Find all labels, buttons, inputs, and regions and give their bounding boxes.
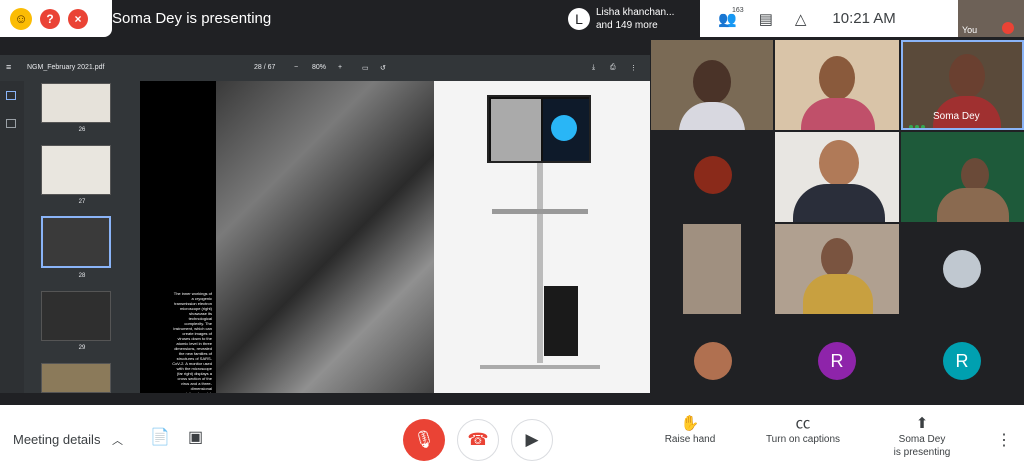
- meeting-details-button[interactable]: Meeting details: [13, 432, 100, 447]
- menu-icon[interactable]: ≡: [6, 62, 11, 72]
- participant-tile[interactable]: [651, 132, 773, 222]
- rotate-icon[interactable]: ↺: [380, 64, 386, 72]
- zoom-out-button[interactable]: −: [294, 64, 298, 71]
- page-caption: The inner workings of a cryogenic transm…: [172, 291, 212, 393]
- thumbnail-label: 28: [78, 273, 86, 279]
- toast-avatar: L: [568, 8, 590, 30]
- thumbnail-label: 27: [78, 199, 86, 205]
- thumbnails-icon[interactable]: [6, 91, 16, 100]
- self-label: You: [962, 25, 978, 35]
- captions-icon: ㏄: [795, 415, 811, 432]
- question-icon[interactable]: ?: [40, 8, 60, 29]
- outline-icon[interactable]: [6, 119, 16, 128]
- thumbnail-label: 29: [78, 345, 86, 351]
- toast-line-1: Lisha khanchan...: [596, 7, 675, 18]
- monitor: [487, 95, 591, 163]
- computer-tower: [544, 286, 578, 356]
- mic-off-icon: [1002, 22, 1014, 34]
- participant-avatar: [694, 342, 732, 380]
- top-right-toolbar: 👥 163 ▤ △ 10:21 AM: [700, 0, 958, 37]
- participant-name: Soma Dey: [933, 111, 980, 122]
- pdf-sidebar: [0, 81, 24, 393]
- raise-hand-button[interactable]: ✋ Raise hand: [660, 415, 720, 446]
- download-icon[interactable]: ⤓: [592, 64, 595, 72]
- hand-icon: ✋: [680, 415, 700, 432]
- participant-tile-active-speaker[interactable]: Soma Dey: [901, 40, 1024, 130]
- participant-tile[interactable]: [651, 316, 773, 405]
- thumbnail-page[interactable]: [41, 145, 111, 195]
- clock: 10:21 AM: [832, 10, 896, 27]
- party-emoji-icon[interactable]: ☺: [10, 7, 32, 30]
- zoom-in-button[interactable]: +: [338, 64, 342, 71]
- participant-count: 163: [732, 6, 744, 14]
- participant-tile[interactable]: [775, 224, 899, 314]
- document-icon[interactable]: 📄: [150, 427, 170, 447]
- virus-model: [551, 115, 577, 141]
- thumbnail-page[interactable]: [41, 83, 111, 123]
- participant-avatar: R: [943, 342, 981, 380]
- more-options-icon[interactable]: ⋮: [996, 430, 1012, 450]
- thumbnail-page[interactable]: [41, 363, 111, 393]
- stop-presenting-icon[interactable]: ×: [68, 8, 88, 29]
- participant-avatar: [694, 156, 732, 194]
- thumbnail-panel[interactable]: 26 27 28 29: [24, 81, 140, 393]
- participant-avatar: R: [818, 342, 856, 380]
- activities-icon[interactable]: △: [795, 10, 807, 28]
- fit-page-icon[interactable]: ▭: [362, 64, 369, 72]
- chat-toast[interactable]: L Lisha khanchan... and 149 more: [562, 2, 700, 36]
- captions-button[interactable]: ㏄ Turn on captions: [758, 415, 848, 446]
- chat-icon[interactable]: ▤: [759, 10, 773, 28]
- meeting-stage: ☺ ? × Soma Dey is presenting L Lisha kha…: [0, 0, 1024, 405]
- pdf-page[interactable]: The inner workings of a cryogenic transm…: [140, 81, 650, 393]
- chat-bubble-icon[interactable]: ▣: [188, 427, 203, 447]
- reactions-bar: ☺ ? ×: [0, 0, 112, 37]
- mic-off-button[interactable]: 🎙: [403, 419, 445, 461]
- leave-call-button[interactable]: ☎: [457, 419, 499, 461]
- toast-line-2: and 149 more: [596, 20, 658, 31]
- speaking-indicator: [909, 116, 929, 128]
- participant-tile[interactable]: [651, 224, 773, 314]
- participant-tile[interactable]: R: [901, 316, 1024, 405]
- thumbnail-page-selected[interactable]: [41, 216, 111, 268]
- participant-tile[interactable]: [901, 224, 1024, 314]
- thumbnail-page[interactable]: [41, 291, 111, 341]
- participant-avatar: [943, 250, 981, 288]
- thumbnail-label: 26: [78, 127, 86, 133]
- presenting-button[interactable]: ⬆ Soma Dey is presenting: [882, 415, 962, 459]
- pdf-filename: NGM_February 2021.pdf: [27, 64, 105, 71]
- pdf-viewer: ≡ NGM_February 2021.pdf 28 / 67 − 80% + …: [0, 55, 650, 393]
- participant-tile[interactable]: [775, 40, 899, 130]
- zoom-level[interactable]: 80%: [312, 64, 326, 71]
- bottom-control-bar: Meeting details ︿ 📄 ▣ 🎙 ☎ ▶ ✋ Raise hand…: [0, 405, 1024, 470]
- page-indicator[interactable]: 28 / 67: [254, 64, 275, 71]
- people-icon[interactable]: 👥 163: [718, 7, 744, 28]
- participant-tile[interactable]: [651, 40, 773, 130]
- chevron-up-icon[interactable]: ︿: [112, 432, 123, 448]
- monitor-photo: [434, 81, 650, 393]
- microscope-photo: [216, 81, 434, 393]
- participant-tile[interactable]: [775, 132, 899, 222]
- participant-tile[interactable]: R: [775, 316, 899, 405]
- self-view-tile[interactable]: You: [958, 0, 1024, 37]
- participant-tile[interactable]: [901, 132, 1024, 222]
- pdf-toolbar: ≡ NGM_February 2021.pdf 28 / 67 − 80% + …: [0, 55, 650, 81]
- presenting-title: Soma Dey is presenting: [112, 10, 272, 27]
- present-screen-icon: ⬆: [915, 415, 929, 432]
- print-icon[interactable]: ⎙: [610, 64, 616, 72]
- more-icon[interactable]: ⋮: [630, 64, 637, 72]
- camera-button[interactable]: ▶: [511, 419, 553, 461]
